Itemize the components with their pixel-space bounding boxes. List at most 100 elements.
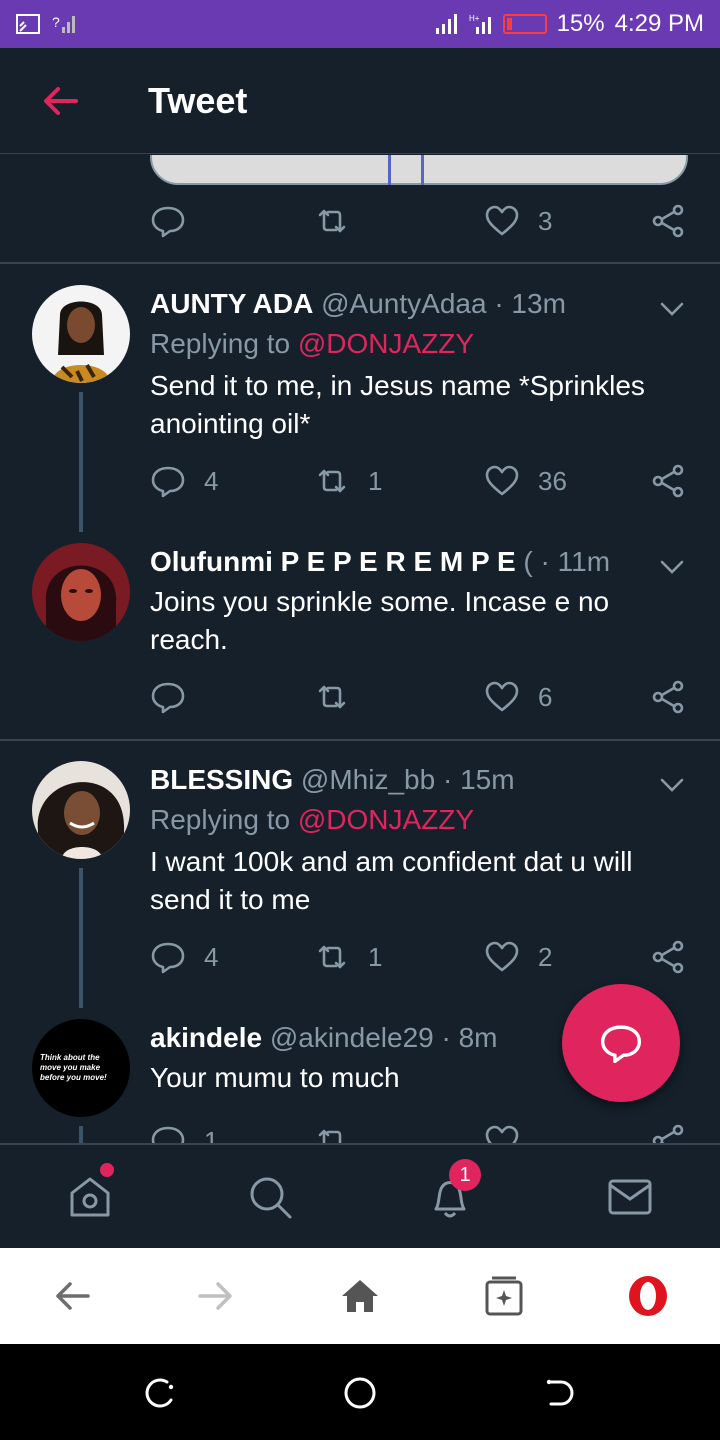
notification-badge: 1 bbox=[449, 1159, 481, 1191]
avatar[interactable] bbox=[32, 543, 130, 641]
author-name[interactable]: Olufunmi P E P E R E M P E bbox=[150, 546, 516, 577]
heart-icon bbox=[485, 205, 519, 236]
battery-percent: 15% bbox=[556, 10, 605, 37]
mention-link[interactable]: @DONJAZZY bbox=[298, 328, 474, 359]
replying-to-label: Replying to bbox=[150, 328, 291, 359]
like-button[interactable]: 2 bbox=[484, 939, 552, 975]
chevron-down-icon[interactable] bbox=[658, 553, 686, 581]
divider bbox=[0, 262, 720, 264]
chevron-down-icon[interactable] bbox=[658, 771, 686, 799]
tweet-actions: 6 bbox=[150, 679, 690, 719]
share-icon bbox=[652, 464, 684, 498]
share-button[interactable] bbox=[650, 463, 686, 499]
mention-link[interactable]: @DONJAZZY bbox=[298, 804, 474, 835]
author-handle[interactable]: @akindele29 bbox=[270, 1022, 434, 1053]
retweet-icon bbox=[318, 469, 346, 493]
author-handle[interactable]: ( bbox=[523, 546, 532, 577]
reply-count: 1 bbox=[204, 1125, 219, 1144]
retweet-button[interactable] bbox=[314, 203, 350, 239]
like-count: 2 bbox=[538, 941, 553, 972]
avatar[interactable] bbox=[32, 761, 130, 859]
share-button[interactable] bbox=[650, 203, 686, 239]
share-button[interactable] bbox=[650, 1123, 686, 1143]
retweet-count: 1 bbox=[368, 465, 383, 496]
like-button[interactable] bbox=[484, 1123, 520, 1143]
browser-home-icon[interactable] bbox=[338, 1274, 382, 1318]
battery-icon bbox=[502, 14, 547, 34]
replying-to-label: Replying to bbox=[150, 804, 291, 835]
avatar-image bbox=[32, 761, 130, 859]
retweet-icon bbox=[318, 945, 346, 969]
tweet-time: · 13m bbox=[494, 288, 566, 319]
like-count: 6 bbox=[538, 681, 553, 712]
reply-button[interactable]: 4 bbox=[150, 939, 218, 975]
like-button[interactable]: 6 bbox=[484, 679, 552, 715]
replying-to: Replying to @DONJAZZY bbox=[150, 323, 690, 365]
chevron-down-icon[interactable] bbox=[658, 295, 686, 323]
reply-button[interactable]: 4 bbox=[150, 463, 218, 499]
reply-button[interactable] bbox=[150, 203, 186, 239]
tweet-header: BLESSING @Mhiz_bb · 15m bbox=[150, 761, 650, 799]
status-bar-left: ? bbox=[16, 13, 76, 35]
avatar[interactable] bbox=[32, 285, 130, 383]
cast-icon bbox=[16, 14, 40, 34]
bottom-nav: 1 bbox=[0, 1143, 720, 1248]
browser-back-icon[interactable] bbox=[50, 1274, 94, 1318]
system-nav-bar bbox=[0, 1344, 720, 1440]
retweet-button[interactable] bbox=[314, 679, 368, 715]
home-new-dot bbox=[100, 1163, 114, 1177]
like-button[interactable]: 3 bbox=[484, 203, 552, 239]
tweet-media-image[interactable] bbox=[150, 155, 688, 185]
tweet-time: · 8m bbox=[441, 1022, 498, 1053]
tweet-actions: 3 bbox=[150, 203, 690, 243]
status-bar: ? H+ 15% 4:29 PM bbox=[0, 0, 720, 48]
home-icon[interactable] bbox=[66, 1173, 114, 1221]
home-circle-icon[interactable] bbox=[343, 1376, 377, 1410]
messages-mail-icon[interactable] bbox=[606, 1173, 654, 1221]
retweet-button[interactable]: 1 bbox=[314, 939, 382, 975]
avatar[interactable]: Think about the move you make before you… bbox=[32, 1019, 130, 1117]
heart-icon bbox=[485, 1125, 519, 1143]
retweet-button[interactable]: 1 bbox=[314, 463, 382, 499]
reply-button[interactable] bbox=[150, 679, 204, 715]
clock: 4:29 PM bbox=[614, 10, 704, 37]
search-icon[interactable] bbox=[246, 1173, 294, 1221]
reply-count: 4 bbox=[204, 465, 219, 496]
svg-text:H+: H+ bbox=[469, 14, 480, 23]
author-handle[interactable]: @Mhiz_bb bbox=[301, 764, 435, 795]
reply-icon bbox=[151, 206, 185, 238]
reply-icon bbox=[151, 942, 185, 974]
thread-line bbox=[79, 868, 83, 1008]
share-button[interactable] bbox=[650, 939, 686, 975]
browser-forward-icon[interactable] bbox=[194, 1274, 238, 1318]
reply-button[interactable]: 1 bbox=[150, 1123, 218, 1143]
reply-icon bbox=[151, 682, 185, 714]
like-button[interactable]: 36 bbox=[484, 463, 567, 499]
reply-count: 4 bbox=[204, 941, 219, 972]
tweet-header: AUNTY ADA @AuntyAdaa · 13m bbox=[150, 285, 650, 323]
tweet-actions: 1 bbox=[150, 1123, 690, 1143]
author-name[interactable]: BLESSING bbox=[150, 764, 293, 795]
share-icon bbox=[652, 940, 684, 974]
reply-icon bbox=[151, 1126, 185, 1143]
share-icon bbox=[652, 204, 684, 238]
opera-menu-icon[interactable] bbox=[626, 1274, 670, 1318]
system-back-icon[interactable] bbox=[543, 1376, 577, 1410]
retweet-button[interactable] bbox=[314, 1123, 350, 1143]
share-button[interactable] bbox=[650, 679, 686, 715]
compose-reply-button[interactable] bbox=[562, 984, 680, 1102]
author-name[interactable]: akindele bbox=[150, 1022, 262, 1053]
retweet-icon bbox=[318, 209, 346, 233]
recent-apps-icon[interactable] bbox=[143, 1376, 177, 1410]
retweet-icon bbox=[318, 1129, 342, 1143]
back-button[interactable] bbox=[0, 48, 120, 153]
avatar-image bbox=[32, 285, 130, 383]
no-signal-icon: ? bbox=[52, 14, 75, 33]
svg-text:?: ? bbox=[52, 14, 60, 30]
browser-toolbar bbox=[0, 1248, 720, 1344]
author-handle[interactable]: @AuntyAdaa bbox=[321, 288, 486, 319]
heart-icon bbox=[485, 941, 519, 972]
author-name[interactable]: AUNTY ADA bbox=[150, 288, 313, 319]
avatar-image bbox=[32, 543, 130, 641]
tabs-icon[interactable] bbox=[482, 1274, 526, 1318]
